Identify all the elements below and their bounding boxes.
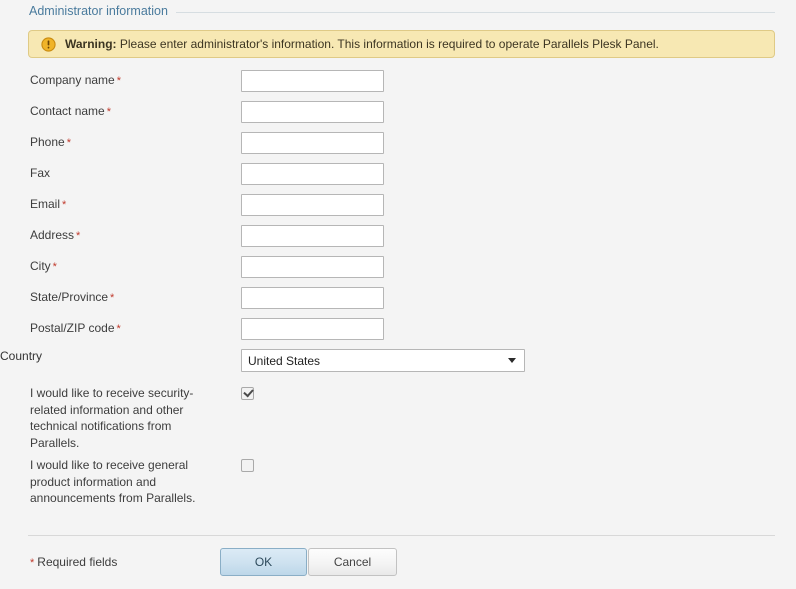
- field-row-city: City *: [0, 256, 796, 287]
- required-asterisk: *: [52, 261, 57, 273]
- field-row-fax: Fax: [0, 163, 796, 194]
- required-asterisk: *: [62, 199, 67, 211]
- required-asterisk: *: [30, 557, 35, 569]
- field-row-state-province: State/Province *: [0, 287, 796, 318]
- ok-button[interactable]: OK: [220, 548, 307, 576]
- required-asterisk: *: [66, 137, 71, 149]
- label-company-name: Company name *: [30, 73, 121, 87]
- cancel-button[interactable]: Cancel: [308, 548, 397, 576]
- field-row-country: Country United States: [0, 349, 796, 385]
- section-header: Administrator information: [0, 0, 796, 22]
- label-email: Email *: [30, 197, 67, 211]
- company-name-input[interactable]: [241, 70, 384, 92]
- checkbox-row-product-announcements: I would like to receive general product …: [0, 457, 796, 517]
- checkbox-label-security-notifications: I would like to receive security-related…: [30, 386, 194, 450]
- checkbox-row-security-notifications: I would like to receive security-related…: [0, 385, 796, 457]
- contact-name-input[interactable]: [241, 101, 384, 123]
- phone-input[interactable]: [241, 132, 384, 154]
- label-contact-name: Contact name *: [30, 104, 111, 118]
- required-fields-note: * Required fields: [30, 555, 118, 569]
- label-country: Country: [0, 349, 43, 363]
- required-asterisk: *: [116, 323, 121, 335]
- exclamation-circle-icon: [41, 36, 56, 52]
- label-postal-zip-code: Postal/ZIP code *: [30, 321, 121, 335]
- field-row-email: Email *: [0, 194, 796, 225]
- product-announcements-checkbox[interactable]: [241, 459, 254, 472]
- security-notifications-checkbox[interactable]: [241, 387, 254, 400]
- country-select[interactable]: United States: [241, 349, 525, 372]
- warning-label: Warning:: [65, 37, 117, 51]
- footer-divider: [28, 535, 775, 536]
- label-fax: Fax: [30, 166, 51, 180]
- field-row-postal-zip-code: Postal/ZIP code *: [0, 318, 796, 349]
- footer: * Required fields OK Cancel: [0, 548, 796, 580]
- label-city: City *: [30, 259, 57, 273]
- country-selected-value: United States: [248, 353, 321, 368]
- postal-zip-code-input[interactable]: [241, 318, 384, 340]
- required-asterisk: *: [76, 230, 81, 242]
- label-address: Address *: [30, 228, 81, 242]
- required-asterisk: *: [116, 75, 121, 87]
- warning-message: Please enter administrator's information…: [119, 37, 659, 51]
- label-state-province: State/Province *: [30, 290, 115, 304]
- chevron-down-icon: [508, 358, 516, 363]
- page-title: Administrator information: [29, 4, 168, 18]
- administrator-information-form: Company name * Contact name * Phone * Fax E…: [0, 70, 796, 517]
- checkbox-label-product-announcements: I would like to receive general product …: [30, 458, 196, 505]
- email-input[interactable]: [241, 194, 384, 216]
- field-row-company-name: Company name *: [0, 70, 796, 101]
- field-row-address: Address *: [0, 225, 796, 256]
- warning-banner: Warning: Please enter administrator's in…: [28, 30, 775, 58]
- field-row-contact-name: Contact name *: [0, 101, 796, 132]
- required-asterisk: *: [110, 292, 115, 304]
- warning-text: Warning: Please enter administrator's in…: [65, 37, 659, 51]
- field-row-phone: Phone *: [0, 132, 796, 163]
- state-province-input[interactable]: [241, 287, 384, 309]
- section-divider: [175, 11, 775, 13]
- label-phone: Phone *: [30, 135, 71, 149]
- city-input[interactable]: [241, 256, 384, 278]
- fax-input[interactable]: [241, 163, 384, 185]
- address-input[interactable]: [241, 225, 384, 247]
- required-asterisk: *: [106, 106, 111, 118]
